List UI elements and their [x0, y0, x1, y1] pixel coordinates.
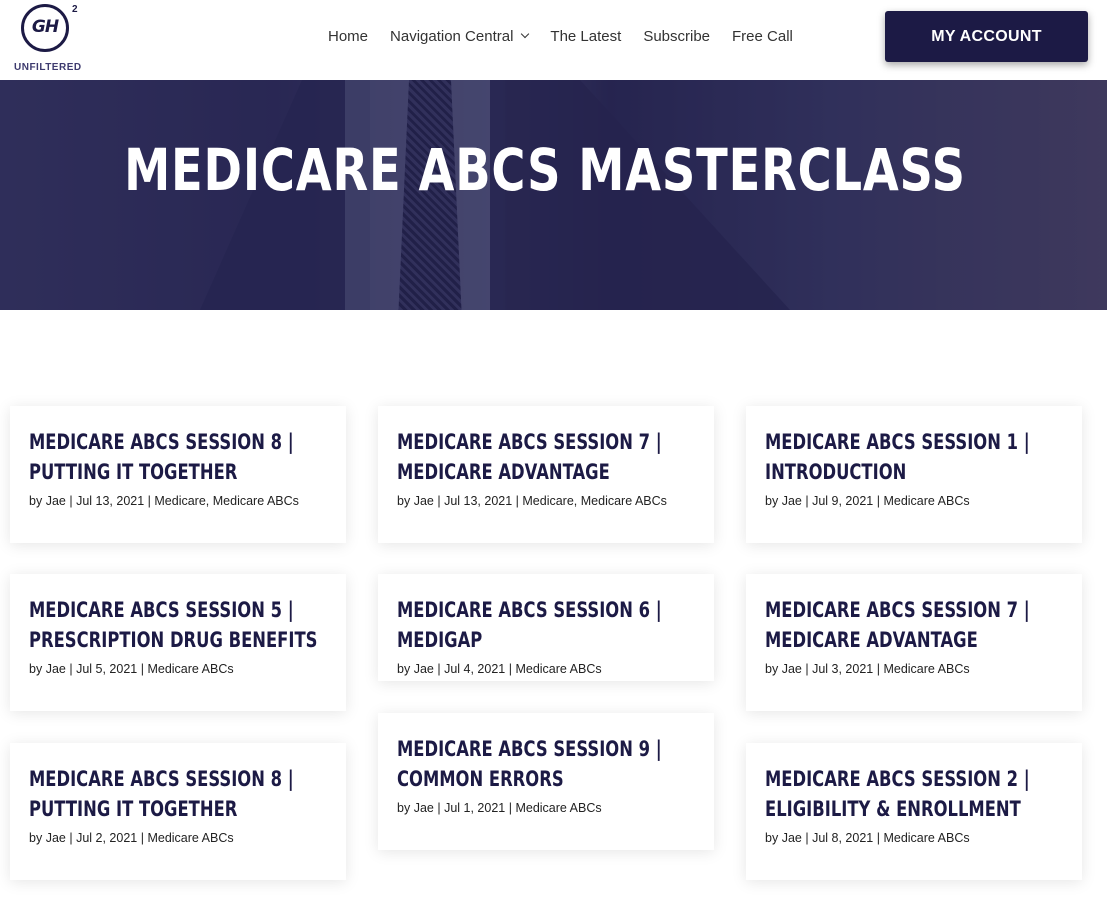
post-title[interactable]: Medicare ABCs Session 9 | Common Errors: [397, 734, 697, 794]
meta-sep: |: [69, 662, 73, 676]
nav-the-latest[interactable]: The Latest: [550, 28, 621, 45]
post-title[interactable]: Medicare ABCs Session 1 | Introduction: [765, 427, 1065, 487]
page-title: MEDICARE ABCS MASTERCLASS: [124, 136, 966, 204]
post-title[interactable]: Medicare ABCs Session 5 | Prescription D…: [29, 595, 329, 655]
meta-sep: |: [69, 831, 73, 845]
post-categories[interactable]: Medicare ABCs: [883, 494, 969, 508]
nav-navigation-central[interactable]: Navigation Central: [390, 27, 530, 45]
post-title[interactable]: Medicare ABCs Session 8 | Putting it tog…: [29, 427, 329, 487]
logo-superscript: 2: [72, 4, 78, 15]
post-title[interactable]: Medicare ABCs Session 7 | Medicare Advan…: [765, 595, 1065, 655]
post-meta: by Jae | Jul 1, 2021 | Medicare ABCs: [397, 801, 695, 815]
post-author[interactable]: Jae: [414, 494, 434, 508]
post-categories[interactable]: Medicare ABCs: [147, 662, 233, 676]
hero-banner: MEDICARE ABCS MASTERCLASS: [0, 80, 1107, 310]
post-author[interactable]: Jae: [782, 662, 802, 676]
post-card: Medicare ABCs Session 1 | Introduction b…: [746, 406, 1082, 543]
post-meta: by Jae | Jul 5, 2021 | Medicare ABCs: [29, 662, 327, 676]
post-author[interactable]: Jae: [46, 831, 66, 845]
post-meta: by Jae | Jul 4, 2021 | Medicare ABCs: [397, 662, 695, 676]
meta-sep: |: [69, 494, 73, 508]
meta-by: by: [29, 831, 43, 845]
meta-sep: |: [876, 831, 880, 845]
post-card: Medicare ABCs Session 6 | Medigap by Jae…: [378, 574, 714, 681]
meta-by: by: [765, 662, 779, 676]
meta-by: by: [397, 801, 411, 815]
meta-by: by: [29, 494, 43, 508]
post-categories[interactable]: Medicare, Medicare ABCs: [522, 494, 667, 508]
meta-by: by: [765, 831, 779, 845]
post-card: Medicare ABCs Session 8 | Putting it tog…: [10, 743, 346, 880]
post-author[interactable]: Jae: [782, 494, 802, 508]
post-categories[interactable]: Medicare ABCs: [515, 662, 601, 676]
post-card: Medicare ABCs Session 9 | Common Errors …: [378, 713, 714, 850]
post-date: Jul 9, 2021: [812, 494, 874, 508]
my-account-button[interactable]: MY ACCOUNT: [885, 11, 1088, 62]
meta-sep: |: [147, 494, 151, 508]
meta-by: by: [29, 662, 43, 676]
post-date: Jul 5, 2021: [76, 662, 138, 676]
post-categories[interactable]: Medicare ABCs: [883, 831, 969, 845]
post-meta: by Jae | Jul 2, 2021 | Medicare ABCs: [29, 831, 327, 845]
meta-sep: |: [876, 662, 880, 676]
post-card: Medicare ABCs Session 5 | Prescription D…: [10, 574, 346, 711]
post-categories[interactable]: Medicare ABCs: [147, 831, 233, 845]
post-title[interactable]: Medicare ABCs Session 6 | Medigap: [397, 595, 697, 655]
meta-sep: |: [515, 494, 519, 508]
meta-sep: |: [140, 831, 144, 845]
meta-sep: |: [437, 494, 441, 508]
chevron-down-icon: [521, 29, 530, 39]
main-nav: Home Navigation Central The Latest Subsc…: [328, 26, 815, 46]
post-date: Jul 2, 2021: [76, 831, 138, 845]
post-author[interactable]: Jae: [46, 662, 66, 676]
meta-sep: |: [876, 494, 880, 508]
post-author[interactable]: Jae: [414, 662, 434, 676]
post-card: Medicare ABCs Session 7 | Medicare Advan…: [378, 406, 714, 543]
post-author[interactable]: Jae: [46, 494, 66, 508]
meta-sep: |: [805, 662, 809, 676]
meta-sep: |: [140, 662, 144, 676]
nav-navigation-central-label: Navigation Central: [390, 27, 514, 45]
post-author[interactable]: Jae: [782, 831, 802, 845]
meta-sep: |: [508, 801, 512, 815]
post-title[interactable]: Medicare ABCs Session 8 | Putting it tog…: [29, 764, 329, 824]
post-card: Medicare ABCs Session 2 | Eligibility & …: [746, 743, 1082, 880]
meta-by: by: [397, 494, 411, 508]
post-meta: by Jae | Jul 9, 2021 | Medicare ABCs: [765, 494, 1063, 508]
meta-sep: |: [437, 801, 441, 815]
logo-mark: GH: [31, 17, 59, 37]
post-meta: by Jae | Jul 3, 2021 | Medicare ABCs: [765, 662, 1063, 676]
post-card: Medicare ABCs Session 7 | Medicare Advan…: [746, 574, 1082, 711]
post-meta: by Jae | Jul 8, 2021 | Medicare ABCs: [765, 831, 1063, 845]
nav-subscribe[interactable]: Subscribe: [643, 28, 710, 45]
nav-home[interactable]: Home: [328, 28, 368, 45]
post-title[interactable]: Medicare ABCs Session 7 | Medicare Advan…: [397, 427, 697, 487]
meta-by: by: [765, 494, 779, 508]
post-date: Jul 13, 2021: [444, 494, 513, 508]
meta-sep: |: [805, 494, 809, 508]
meta-sep: |: [805, 831, 809, 845]
post-author[interactable]: Jae: [414, 801, 434, 815]
post-date: Jul 13, 2021: [76, 494, 145, 508]
post-date: Jul 8, 2021: [812, 831, 874, 845]
post-meta: by Jae | Jul 13, 2021 | Medicare, Medica…: [29, 494, 327, 508]
logo-tagline: UNFILTERED: [14, 62, 82, 73]
post-categories[interactable]: Medicare ABCs: [883, 662, 969, 676]
meta-sep: |: [508, 662, 512, 676]
post-meta: by Jae | Jul 13, 2021 | Medicare, Medica…: [397, 494, 695, 508]
post-categories[interactable]: Medicare, Medicare ABCs: [154, 494, 299, 508]
post-categories[interactable]: Medicare ABCs: [515, 801, 601, 815]
nav-free-call[interactable]: Free Call: [732, 28, 793, 45]
post-date: Jul 3, 2021: [812, 662, 874, 676]
site-logo[interactable]: GH 2 UNFILTERED: [10, 2, 90, 76]
post-title[interactable]: Medicare ABCs Session 2 | Eligibility & …: [765, 764, 1065, 824]
site-header: GH 2 UNFILTERED Home Navigation Central …: [0, 0, 1107, 80]
meta-sep: |: [437, 662, 441, 676]
post-date: Jul 1, 2021: [444, 801, 506, 815]
post-date: Jul 4, 2021: [444, 662, 506, 676]
meta-by: by: [397, 662, 411, 676]
post-card: Medicare ABCs Session 8 | Putting it tog…: [10, 406, 346, 543]
